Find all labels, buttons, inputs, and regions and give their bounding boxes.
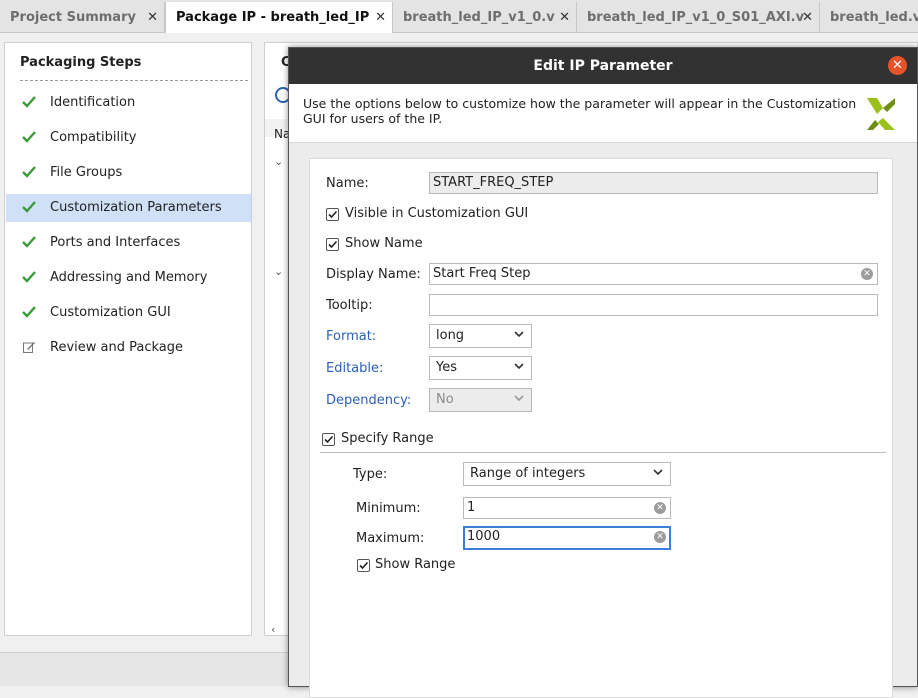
step-label: Customization Parameters: [50, 200, 222, 215]
tab-package-ip[interactable]: Package IP - breath_led_IP ✕: [165, 2, 393, 33]
chevron-down-icon: [653, 469, 663, 476]
tab-label: breath_led.v: [830, 9, 918, 25]
step-customization-parameters[interactable]: Customization Parameters: [6, 194, 251, 222]
maximum-label: Maximum:: [356, 531, 425, 546]
show-name-checkbox[interactable]: [326, 238, 339, 251]
show-name-label: Show Name: [345, 236, 423, 251]
check-icon: [22, 236, 36, 248]
tab-breath-led-ip-v1-0[interactable]: breath_led_IP_v1_0.v ✕: [393, 2, 577, 32]
close-icon[interactable]: ✕: [559, 10, 570, 25]
range-type-select[interactable]: Range of integers: [463, 462, 671, 486]
divider: [320, 452, 886, 453]
panel-title: Packaging Steps: [20, 55, 142, 70]
minimum-value: 1: [467, 500, 476, 515]
close-icon[interactable]: ✕: [888, 56, 907, 75]
tab-label: Package IP - breath_led_IP: [176, 10, 370, 25]
editable-select[interactable]: Yes: [429, 356, 532, 380]
step-label: File Groups: [50, 165, 123, 180]
step-label: Compatibility: [50, 130, 137, 145]
minimum-input[interactable]: 1 ✕: [463, 497, 671, 519]
visible-label: Visible in Customization GUI: [345, 206, 529, 221]
close-icon[interactable]: ✕: [147, 10, 158, 25]
check-icon: [22, 201, 36, 213]
minimum-label: Minimum:: [356, 501, 421, 516]
chevron-down-icon[interactable]: ⌄: [274, 155, 283, 168]
type-label: Type:: [353, 467, 388, 482]
dependency-label[interactable]: Dependency:: [326, 393, 411, 408]
edit-icon: [23, 342, 35, 353]
visible-checkbox[interactable]: [326, 208, 339, 221]
step-customization-gui[interactable]: Customization GUI: [6, 299, 251, 327]
checkmark-icon: [324, 435, 334, 444]
specify-range-checkbox[interactable]: [322, 433, 335, 446]
close-icon[interactable]: ✕: [375, 10, 386, 25]
edit-ip-parameter-dialog: Edit IP Parameter ✕ Use the options belo…: [288, 47, 918, 698]
tab-label: breath_led_IP_v1_0.v: [403, 9, 555, 25]
dependency-value: No: [436, 392, 454, 407]
check-icon: [22, 166, 36, 178]
clear-icon[interactable]: ✕: [861, 268, 873, 280]
step-label: Addressing and Memory: [50, 270, 208, 285]
chevron-down-icon: [514, 395, 524, 402]
step-label: Customization GUI: [50, 305, 171, 320]
name-label: Name:: [326, 176, 369, 191]
close-icon[interactable]: ✕: [802, 10, 813, 25]
step-label: Identification: [50, 95, 136, 110]
tab-breath-led-ip-s01-axi[interactable]: breath_led_IP_v1_0_S01_AXI.v ✕: [577, 2, 820, 32]
tab-project-summary[interactable]: Project Summary ✕: [0, 2, 165, 32]
tab-breath-led[interactable]: breath_led.v: [820, 2, 918, 32]
dialog-header: Use the options below to customize how t…: [289, 84, 917, 143]
tab-label: Project Summary: [10, 9, 136, 25]
tab-label: breath_led_IP_v1_0_S01_AXI.v: [587, 9, 805, 25]
format-select[interactable]: long: [429, 324, 532, 348]
clear-icon[interactable]: ✕: [654, 502, 666, 514]
name-field: START_FREQ_STEP: [429, 172, 878, 194]
tooltip-input[interactable]: [429, 294, 878, 316]
display-name-label: Display Name:: [326, 267, 421, 282]
divider: [20, 80, 248, 81]
checkmark-icon: [328, 210, 338, 219]
step-label: Review and Package: [50, 340, 183, 355]
show-range-label: Show Range: [375, 557, 456, 572]
chevron-down-icon: [514, 331, 524, 338]
editor-tab-bar: Project Summary ✕ Package IP - breath_le…: [0, 0, 918, 33]
step-identification[interactable]: Identification: [6, 89, 251, 117]
checkmark-icon: [359, 561, 369, 570]
dialog-title: Edit IP Parameter: [289, 48, 917, 84]
display-name-input[interactable]: Start Freq Step ✕: [429, 263, 878, 285]
step-ports-and-interfaces[interactable]: Ports and Interfaces: [6, 229, 251, 257]
step-compatibility[interactable]: Compatibility: [6, 124, 251, 152]
step-file-groups[interactable]: File Groups: [6, 159, 251, 187]
xilinx-logo-icon: [867, 98, 895, 130]
specify-range-label: Specify Range: [341, 431, 434, 446]
name-value: START_FREQ_STEP: [433, 175, 554, 190]
dialog-description: Use the options below to customize how t…: [303, 96, 857, 126]
format-label[interactable]: Format:: [326, 329, 376, 344]
scroll-left-icon[interactable]: ‹: [271, 623, 275, 636]
parameter-form: Name: START_FREQ_STEP Visible in Customi…: [309, 158, 893, 698]
format-value: long: [436, 328, 465, 343]
show-range-checkbox[interactable]: [357, 559, 370, 572]
step-label: Ports and Interfaces: [50, 235, 181, 250]
editable-value: Yes: [436, 360, 457, 375]
check-icon: [22, 271, 36, 283]
chevron-down-icon[interactable]: ⌄: [274, 265, 283, 278]
checkmark-icon: [328, 240, 338, 249]
step-review-and-package[interactable]: Review and Package: [6, 334, 251, 362]
check-icon: [22, 306, 36, 318]
dependency-select: No: [429, 388, 532, 412]
editable-label[interactable]: Editable:: [326, 361, 383, 376]
check-icon: [22, 96, 36, 108]
packaging-steps-panel: Packaging Steps Identification Compatibi…: [4, 42, 252, 636]
range-type-value: Range of integers: [470, 466, 586, 481]
chevron-down-icon: [514, 363, 524, 370]
check-icon: [22, 131, 36, 143]
maximum-input[interactable]: 1000 ✕: [463, 526, 671, 550]
tooltip-label: Tooltip:: [326, 298, 373, 313]
step-addressing-and-memory[interactable]: Addressing and Memory: [6, 264, 251, 292]
display-name-value: Start Freq Step: [433, 266, 531, 281]
clear-icon[interactable]: ✕: [654, 531, 666, 543]
maximum-value: 1000: [467, 529, 501, 544]
